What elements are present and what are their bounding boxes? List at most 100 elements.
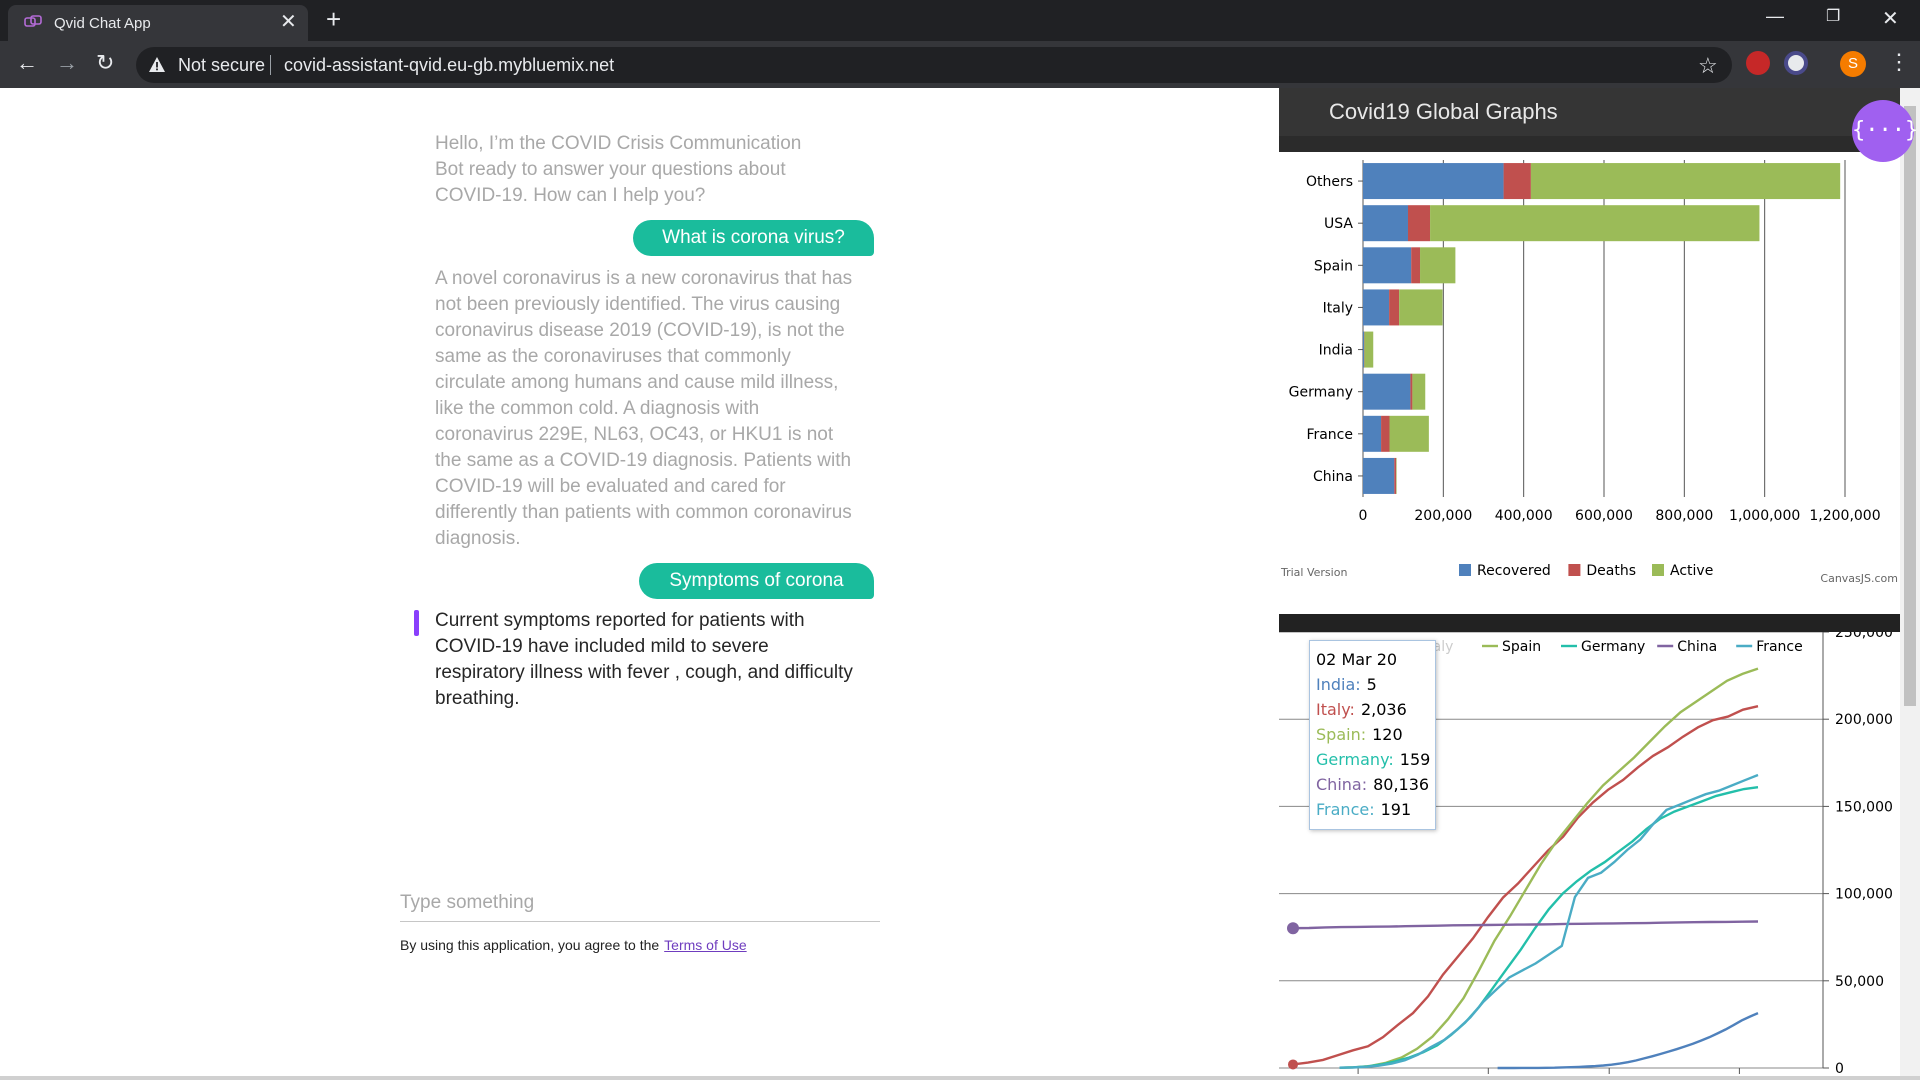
reload-icon[interactable]: ↻ — [96, 51, 114, 75]
json-view-floating-button[interactable]: {···} — [1852, 100, 1918, 162]
tooltip-label-france: France: — [1316, 800, 1375, 819]
back-arrow-icon[interactable]: ← — [16, 51, 38, 75]
tooltip-value-spain: 120 — [1372, 725, 1403, 744]
header-underline — [1279, 136, 1900, 152]
country-stacked-bar-chart: 0 200,000 400,000 600,000 800,000 1,000,000 1,… — [1280, 160, 1898, 585]
tooltip-row-china: China: 80,136 — [1316, 772, 1435, 797]
url-text[interactable]: covid-assistant-qvid.eu-gb.mybluemix.net — [284, 55, 614, 76]
graphs-panel-title: Covid19 Global Graphs — [1329, 99, 1558, 124]
bot-answer-symptoms: Current symptoms reported for patients w… — [435, 610, 853, 709]
chart-tooltip: 02 Mar 20 India: 5 Italy: 2,036 Spain: 120 Germ… — [1309, 640, 1436, 830]
bar-india-recovered — [1363, 331, 1365, 368]
tooltip-label-italy: Italy: — [1316, 700, 1355, 719]
bar-x-tick-label: 1,200,000 — [1809, 508, 1880, 524]
address-bar[interactable]: Not secure covid-assistant-qvid.eu-gb.my… — [136, 47, 1732, 83]
bar-category-label-others: Others — [1306, 174, 1353, 190]
graphs-panel-header: Covid19 Global Graphs — [1279, 88, 1900, 152]
chat-message-input[interactable] — [400, 884, 880, 922]
extension-adblock-icon[interactable] — [1746, 51, 1770, 75]
bar-france-deaths — [1381, 415, 1390, 452]
tooltip-value-germany: 159 — [1399, 750, 1431, 769]
bar-category-label-india: India — [1319, 343, 1353, 359]
bar-india-active — [1364, 331, 1374, 368]
bar-legend-label-deaths: Deaths — [1586, 563, 1636, 579]
bar-x-tick-label: 0 — [1359, 508, 1368, 524]
line-y-tick-label: 150,000 — [1835, 799, 1893, 815]
tooltip-value-france: 191 — [1380, 800, 1412, 819]
profile-avatar[interactable]: S — [1840, 51, 1866, 77]
bar-france-active — [1389, 415, 1429, 452]
italy-highlight-marker — [1288, 1059, 1298, 1070]
tooltip-row-india: India: 5 — [1316, 672, 1435, 697]
bar-x-tick-label: 800,000 — [1655, 508, 1713, 524]
line-series-china — [1292, 920, 1759, 930]
tooltip-date: 02 Mar 20 — [1316, 650, 1398, 669]
bar-legend-swatch-recovered — [1459, 564, 1471, 576]
bar-germany-active — [1412, 373, 1426, 410]
warning-triangle-icon — [149, 57, 165, 72]
bar-italy-deaths — [1389, 289, 1400, 326]
tooltip-label-germany: Germany: — [1316, 750, 1394, 769]
bar-x-tick-label: 1,000,000 — [1729, 508, 1800, 524]
line-legend-label-spain: Spain — [1502, 639, 1541, 655]
bar-category-label-spain: Spain — [1314, 258, 1353, 274]
bar-germany-deaths — [1410, 373, 1413, 410]
graphs-panel: Covid19 Global Graphs 0 200,000 400,000 600… — [1279, 88, 1900, 1080]
tooltip-label-india: India: — [1316, 675, 1361, 694]
bottom-border — [0, 1076, 1920, 1080]
line-legend-label-france: France — [1756, 639, 1803, 655]
bar-legend-swatch-deaths — [1568, 564, 1581, 576]
bar-china-active — [1396, 457, 1397, 494]
close-window-icon[interactable]: ✕ — [1882, 6, 1899, 31]
bar-category-label-china: China — [1313, 469, 1353, 485]
active-message-indicator — [414, 610, 419, 636]
tooltip-label-china: China: — [1316, 775, 1368, 794]
restore-window-icon[interactable]: ❐ — [1826, 6, 1840, 26]
browser-tab[interactable]: Qvid Chat App ✕ — [8, 5, 308, 41]
chart-credit-label: CanvasJS.com — [1820, 572, 1898, 585]
line-y-tick-label: 0 — [1835, 1061, 1844, 1077]
tooltip-value-china: 80,136 — [1373, 775, 1430, 794]
terms-prefix-text: By using this application, you agree to … — [400, 937, 660, 953]
bar-others-recovered — [1363, 163, 1504, 200]
bar-usa-recovered — [1363, 205, 1408, 242]
line-y-tick-label: 50,000 — [1835, 974, 1884, 990]
extension-block-icon[interactable] — [1784, 51, 1808, 75]
bar-usa-active — [1430, 205, 1760, 242]
forward-arrow-icon[interactable]: → — [56, 51, 78, 75]
minimize-window-icon[interactable]: — — [1766, 6, 1784, 27]
bot-greeting-message: Hello, I’m the COVID Crisis Communicatio… — [435, 133, 802, 206]
bar-spain-active — [1420, 247, 1456, 284]
line-legend-label-china: China — [1677, 639, 1717, 655]
terms-of-use-link[interactable]: Terms of Use — [664, 937, 746, 953]
line-y-tick-label: 100,000 — [1835, 887, 1893, 903]
url-separator — [270, 55, 271, 75]
browser-menu-icon[interactable]: ⋮ — [1888, 49, 1910, 75]
browser-toolbar: ← → ↻ Not secure covid-assistant-qvid.eu… — [0, 41, 1920, 88]
bar-x-tick-label: 400,000 — [1495, 508, 1553, 524]
tab-title: Qvid Chat App — [54, 15, 151, 32]
user-message-symptoms[interactable]: Symptoms of corona — [639, 563, 874, 599]
tooltip-row-spain: Spain: 120 — [1316, 722, 1435, 747]
line-legend-label-germany: Germany — [1581, 639, 1645, 655]
new-tab-button[interactable]: + — [326, 6, 341, 32]
line-y-tick-label: 200,000 — [1835, 712, 1893, 728]
bar-x-tick-label: 200,000 — [1414, 508, 1472, 524]
not-secure-label[interactable]: Not secure — [178, 55, 265, 76]
tooltip-value-india: 5 — [1366, 675, 1377, 694]
bar-legend-label-recovered: Recovered — [1477, 563, 1551, 579]
bar-category-label-italy: Italy — [1323, 300, 1353, 316]
browser-tab-bar: Qvid Chat App ✕ + — ❐ ✕ — [0, 0, 1920, 41]
bar-category-label-germany: Germany — [1289, 385, 1353, 401]
line-series-india — [1497, 1011, 1759, 1070]
bar-legend-swatch-active — [1652, 564, 1664, 576]
bar-others-active — [1530, 163, 1841, 200]
bookmark-star-icon[interactable]: ☆ — [1698, 53, 1718, 79]
tooltip-row-france: France: 191 — [1316, 797, 1435, 822]
bar-germany-recovered — [1363, 373, 1411, 410]
tooltip-row-germany: Germany: 159 — [1316, 747, 1435, 772]
scrollbar-thumb[interactable] — [1904, 106, 1916, 706]
page-scrollbar[interactable] — [1900, 88, 1920, 1080]
user-message-what-is-corona[interactable]: What is corona virus? — [633, 220, 874, 256]
tab-close-icon[interactable]: ✕ — [280, 12, 297, 32]
